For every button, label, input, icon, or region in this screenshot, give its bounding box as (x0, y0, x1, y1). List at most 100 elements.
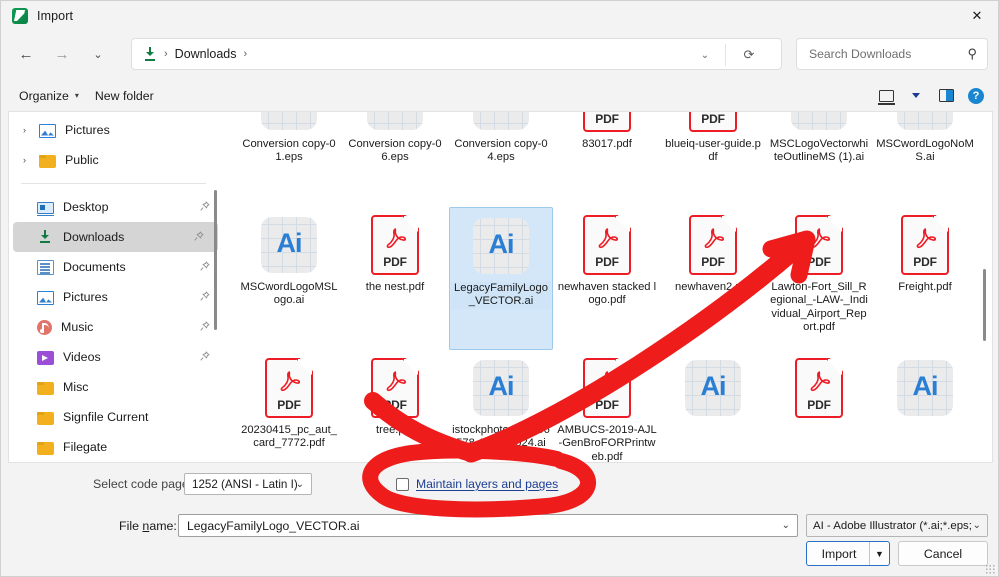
file-item[interactable]: Ai Conversion copy-04.eps (449, 112, 553, 207)
code-page-label: Select code page (93, 477, 189, 491)
file-item[interactable]: Ai LegacyFamilyLogo_VECTOR.ai (449, 207, 553, 350)
resize-grip[interactable] (985, 564, 995, 574)
maintain-layers-label[interactable]: Maintain layers and pages (416, 477, 558, 491)
address-bar[interactable]: › Downloads › ⌄ ⟳ (131, 38, 782, 70)
file-item[interactable]: PDF Lawton-Fort_Sill_Regional_-LAW-_Indiv… (767, 207, 871, 350)
import-split-caret-icon[interactable]: ▼ (869, 542, 889, 565)
file-item[interactable]: Ai MSCwordLogoMSLogo.ai (237, 207, 341, 350)
sidebar-item-desktop[interactable]: Desktop (9, 192, 224, 222)
file-name-input[interactable] (185, 517, 770, 534)
eps-file-icon: Ai (469, 112, 533, 134)
sidebar-item-misc[interactable]: Misc (9, 372, 224, 402)
desktop-icon (37, 202, 54, 216)
file-item[interactable]: PDF 20230415_pc_aut_card_7772.pdf (237, 350, 341, 462)
recent-locations-button[interactable]: ⌄ (83, 39, 113, 69)
pin-icon[interactable] (199, 350, 210, 364)
view-dropdown-button[interactable] (902, 84, 930, 108)
maintain-layers-option[interactable]: Maintain layers and pages (396, 477, 558, 491)
sidebar-item-label: Public (65, 153, 99, 167)
pdf-file-icon: PDF (893, 213, 957, 277)
file-item[interactable]: Ai Conversion copy-01.eps (237, 112, 341, 207)
file-name-label: istockphoto-475306578-1024x1024.ai (452, 424, 550, 450)
file-type-value: AI - Adobe Illustrator (*.ai;*.eps; (813, 519, 972, 532)
new-folder-button[interactable]: New folder (87, 85, 162, 107)
file-list-pane[interactable]: Ai Conversion copy-01.eps Ai Conversion cop… (224, 112, 992, 462)
sidebar-item-label: Desktop (63, 200, 109, 214)
search-icon: ⚲ (967, 46, 977, 61)
sidebar-item-filegate[interactable]: Filegate (9, 432, 224, 462)
search-input[interactable] (807, 46, 957, 62)
illustrator-file-icon: Ai (257, 213, 321, 277)
command-bar: Organize ▾ New folder ? (1, 80, 998, 111)
sidebar-item-signfile-current[interactable]: Signfile Current (9, 402, 224, 432)
forward-button[interactable]: → (47, 39, 77, 69)
import-dialog: Import ✕ ← → ⌄ ↑ › Downloads › ⌄ ⟳ ⚲ Org… (0, 0, 999, 577)
sidebar-item-label: Filegate (63, 440, 108, 454)
file-name-label: File name: (119, 519, 177, 533)
sidebar-item-videos[interactable]: Videos (9, 342, 224, 372)
file-item[interactable]: PDF newhaven2.pdf (661, 207, 765, 350)
chevron-down-icon[interactable]: ⌄ (691, 39, 719, 71)
import-button[interactable]: Import ▼ (806, 541, 890, 566)
file-item[interactable]: PDF newhaven stacked logo.pdf (555, 207, 659, 350)
file-item[interactable]: PDF blueiq-user-guide.pdf (661, 112, 765, 207)
file-item[interactable]: PDF AMBUCS-2019-AJL-GenBroFORPrintweb.pdf (555, 350, 659, 462)
search-box[interactable]: ⚲ (796, 38, 988, 70)
code-page-select[interactable]: 1252 (ANSI - Latin I) ⌄ (184, 473, 312, 495)
downloads-icon (143, 47, 157, 61)
pin-icon[interactable] (199, 320, 210, 334)
file-name-field[interactable]: ⌄ (178, 514, 798, 537)
file-item[interactable]: Ai MSCLogoVectorwhiteOutlineMS (1).ai (767, 112, 871, 207)
file-name-label: tree.pdf (376, 424, 414, 436)
cancel-label: Cancel (923, 546, 963, 561)
organize-button[interactable]: Organize ▾ (11, 85, 87, 107)
file-name-label: 20230415_pc_aut_card_7772.pdf (241, 424, 337, 450)
back-button[interactable]: ← (11, 39, 41, 69)
sidebar-item-label: Downloads (63, 230, 125, 244)
breadcrumb-sep-2: › (243, 48, 248, 60)
sidebar-item-music[interactable]: Music (9, 312, 224, 342)
file-name-label: MSCwordLogoNoMS.ai (876, 138, 974, 164)
view-layout-button[interactable] (872, 84, 900, 108)
file-type-select[interactable]: AI - Adobe Illustrator (*.ai;*.eps; ⌄ (806, 514, 988, 537)
file-name-label: blueiq-user-guide.pdf (665, 138, 761, 164)
preview-pane-button[interactable] (932, 84, 960, 108)
pin-icon[interactable] (199, 200, 210, 214)
file-item[interactable]: Ai (661, 350, 765, 462)
refresh-icon[interactable]: ⟳ (735, 39, 763, 71)
breadcrumb-downloads[interactable]: Downloads (175, 47, 237, 61)
maintain-layers-checkbox[interactable] (396, 477, 409, 491)
chevron-down-icon[interactable]: ⌄ (782, 520, 790, 531)
sidebar-item-documents[interactable]: Documents (9, 252, 224, 282)
file-item[interactable]: Ai (873, 350, 977, 462)
file-list-scrollbar-thumb[interactable] (983, 269, 986, 341)
chevron-down-icon (912, 93, 920, 98)
pin-icon[interactable] (193, 230, 204, 244)
download-icon (37, 229, 54, 245)
file-item[interactable]: PDF Freight.pdf (873, 207, 977, 350)
help-button[interactable]: ? (962, 84, 990, 108)
illustrator-file-icon: Ai (469, 214, 533, 278)
sidebar-item-public[interactable]: › Public (9, 145, 224, 175)
sidebar-scrollbar-thumb[interactable] (214, 190, 217, 330)
file-name-label: Lawton-Fort_Sill_Regional_-LAW-_Individu… (770, 281, 868, 334)
pin-icon[interactable] (199, 260, 210, 274)
sidebar-item-label: Videos (63, 350, 101, 364)
chevron-right-icon[interactable]: › (23, 125, 39, 135)
file-item[interactable]: PDF (767, 350, 871, 462)
file-item[interactable]: PDF 83017.pdf (555, 112, 659, 207)
sidebar-item-downloads[interactable]: Downloads (13, 222, 218, 252)
chevron-right-icon[interactable]: › (23, 155, 39, 165)
close-icon[interactable]: ✕ (954, 1, 998, 30)
file-item[interactable]: PDF the nest.pdf (343, 207, 447, 350)
file-item[interactable]: Ai Conversion copy-06.eps (343, 112, 447, 207)
cancel-button[interactable]: Cancel (898, 541, 988, 566)
sidebar-item-pictures[interactable]: Pictures (9, 282, 224, 312)
file-item[interactable]: PDF tree.pdf (343, 350, 447, 462)
file-item[interactable]: Ai MSCwordLogoNoMS.ai (873, 112, 977, 207)
pin-icon[interactable] (199, 290, 210, 304)
folder-icon (39, 154, 56, 168)
file-item[interactable]: Ai istockphoto-475306578-1024x1024.ai (449, 350, 553, 462)
sidebar-item-pictures[interactable]: › Pictures (9, 115, 224, 145)
pdf-file-icon: PDF (681, 112, 745, 134)
